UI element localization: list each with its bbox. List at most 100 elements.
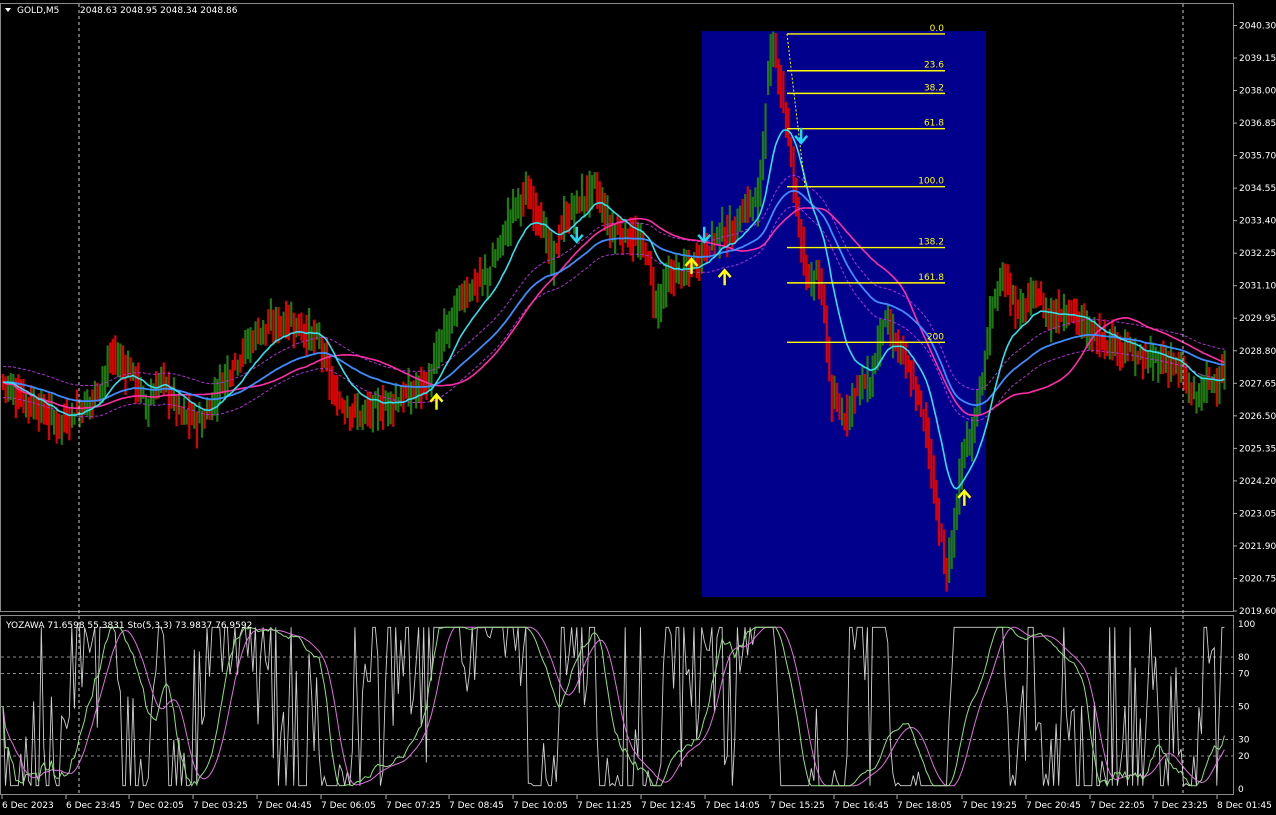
price-bar	[999, 267, 1002, 297]
price-bar	[1205, 361, 1208, 404]
price-bar	[644, 242, 647, 266]
price-bar	[455, 288, 459, 327]
price-bar	[257, 317, 260, 345]
time-tick-label: 7 Dec 11:25	[577, 801, 632, 811]
price-bar	[1075, 298, 1078, 335]
price-tick-label: 2031.10	[1239, 282, 1276, 292]
price-bar	[101, 366, 104, 404]
price-bar	[1195, 391, 1198, 414]
price-bar	[1088, 316, 1091, 351]
price-bar	[116, 342, 119, 378]
price-bar	[575, 190, 578, 214]
price-bar	[517, 188, 520, 219]
price-bar	[91, 389, 94, 419]
indicator-tick-label: 20	[1238, 752, 1250, 762]
price-bar	[4, 376, 7, 404]
price-bar	[761, 131, 765, 181]
price-bar	[193, 403, 196, 429]
price-bar	[285, 300, 288, 339]
price-bar	[1154, 346, 1157, 364]
price-bar	[60, 414, 63, 445]
price-bar	[942, 529, 946, 574]
fibonacci-zone	[702, 31, 986, 597]
price-bar	[733, 216, 737, 243]
price-bar	[343, 400, 346, 425]
price-bar	[392, 393, 395, 427]
time-tick-label: 7 Dec 20:45	[1026, 801, 1081, 811]
price-bar	[557, 224, 561, 259]
price-tick-label: 2026.50	[1239, 412, 1276, 422]
price-bar	[634, 215, 637, 247]
time-tick-label: 7 Dec 02:05	[129, 801, 184, 811]
price-bar	[499, 234, 502, 258]
fibonacci-level-label: 23.6	[924, 61, 944, 71]
price-bar	[476, 272, 479, 303]
price-bar	[580, 173, 584, 212]
price-bar	[1190, 382, 1193, 406]
price-bar	[731, 220, 734, 252]
price-bar	[519, 194, 522, 227]
price-bar	[578, 196, 581, 214]
price-bar	[863, 374, 867, 390]
price-bar	[953, 507, 956, 558]
price-bar	[996, 281, 999, 312]
price-bar	[585, 175, 589, 212]
price-bar	[269, 298, 272, 331]
price-bar	[983, 350, 986, 391]
price-bar	[621, 228, 624, 256]
price-bar	[40, 390, 43, 423]
price-bar	[1146, 351, 1150, 374]
price-bar	[1106, 340, 1109, 357]
fibonacci-level-label: 200	[927, 332, 944, 342]
price-bar	[527, 175, 530, 209]
price-bar	[1197, 383, 1201, 408]
price-bar	[802, 226, 805, 276]
price-bar	[792, 146, 795, 204]
price-bar	[50, 393, 53, 426]
time-tick-label: 7 Dec 14:05	[705, 801, 760, 811]
price-bar	[545, 217, 548, 254]
indicator-tick-label: 50	[1238, 703, 1250, 713]
trading-chart[interactable]: 0.023.638.261.8100.0138.2161.8200 GOLD,M…	[0, 0, 1276, 815]
price-bar	[1111, 319, 1114, 361]
price-bar	[866, 355, 869, 403]
price-bar	[550, 231, 553, 275]
price-bar	[190, 401, 193, 426]
indicator-tick-label: 100	[1238, 620, 1255, 630]
indicator-tick-label: 80	[1238, 653, 1250, 663]
price-bar	[1019, 288, 1022, 330]
price-bar	[920, 390, 923, 417]
price-bar	[1101, 332, 1104, 351]
price-bar	[902, 335, 905, 365]
time-tick-label: 7 Dec 23:25	[1153, 801, 1208, 811]
price-tick-label: 2027.65	[1239, 379, 1276, 389]
price-bar	[746, 186, 749, 223]
price-bar	[881, 319, 884, 346]
price-bar	[782, 71, 785, 114]
price-bar	[1113, 326, 1116, 357]
price-bar	[652, 266, 655, 319]
price-bar	[540, 202, 543, 239]
price-bar	[851, 383, 854, 427]
price-bar	[1052, 300, 1055, 330]
price-bar	[272, 309, 275, 345]
price-bar	[371, 394, 374, 433]
price-bar	[180, 406, 183, 426]
price-bar	[216, 378, 219, 422]
price-bar	[1067, 299, 1071, 326]
time-tick-label: 6 Dec 2023	[2, 801, 54, 811]
price-bar	[736, 208, 739, 241]
price-bar	[598, 181, 601, 213]
time-tick-label: 7 Dec 08:45	[449, 801, 504, 811]
price-bar	[356, 393, 359, 430]
price-bar	[1039, 281, 1043, 306]
price-bar	[772, 31, 775, 68]
price-bar	[279, 315, 283, 337]
time-tick-label: 7 Dec 12:45	[641, 801, 696, 811]
price-bar	[1073, 298, 1076, 324]
time-tick-label: 7 Dec 07:25	[386, 801, 441, 811]
price-tick-label: 2025.35	[1239, 444, 1276, 454]
fibonacci-level-label: 38.2	[924, 83, 944, 93]
price-bar	[295, 317, 298, 338]
price-bar	[1016, 299, 1020, 319]
